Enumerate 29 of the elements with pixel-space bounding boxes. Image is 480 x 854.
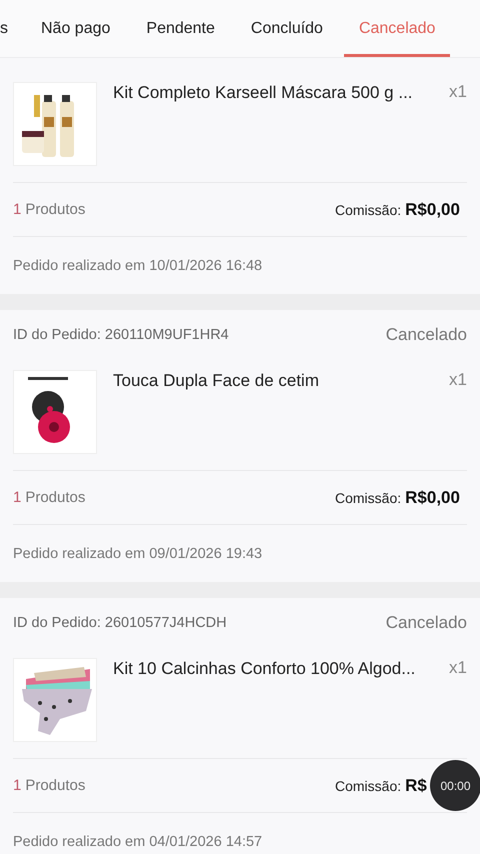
order-status: Cancelado <box>386 325 467 345</box>
order-status: Cancelado <box>386 613 467 633</box>
quantity: x1 <box>449 82 467 102</box>
order-date: Pedido realizado em 10/01/2026 16:48 <box>13 256 264 276</box>
commission-value: R$ <box>405 776 427 796</box>
commission-label: Comissão: <box>335 490 402 506</box>
product-name[interactable]: Kit 10 Calcinhas Conforto 100% Algod... <box>113 659 426 679</box>
product-name[interactable]: Touca Dupla Face de cetim <box>113 371 426 391</box>
commission-value: R$0,00 <box>405 488 460 508</box>
quantity: x1 <box>449 370 467 390</box>
commission-label: Comissão: <box>335 778 402 794</box>
product-count: 1 <box>13 489 22 506</box>
quantity: x1 <box>449 658 467 678</box>
order-id: ID do Pedido: 260110M9UF1HR4 <box>13 327 229 343</box>
order-id: ID do Pedido: 26010577J4HCDH <box>13 615 227 631</box>
product-count-label: Produtos <box>25 489 86 506</box>
product-count-label: Produtos <box>25 777 86 794</box>
order-date: Pedido realizado em 09/01/2026 19:43 <box>13 544 264 564</box>
product-name[interactable]: Kit Completo Karseell Máscara 500 g ... <box>113 83 426 103</box>
product-count: 1 <box>13 777 22 794</box>
commission-label: Comissão: <box>335 202 402 218</box>
product-count-label: Produtos <box>25 201 86 218</box>
product-count: 1 <box>13 201 22 218</box>
tab[interactable]: s <box>0 0 20 57</box>
tab[interactable]: Concluído <box>236 0 338 57</box>
tab[interactable]: Pendente <box>131 0 230 57</box>
order-date: Pedido realizado em 04/01/2026 14:57 <box>13 832 264 852</box>
tab[interactable]: Não pago <box>26 0 126 57</box>
commission-value: R$0,00 <box>405 200 460 220</box>
